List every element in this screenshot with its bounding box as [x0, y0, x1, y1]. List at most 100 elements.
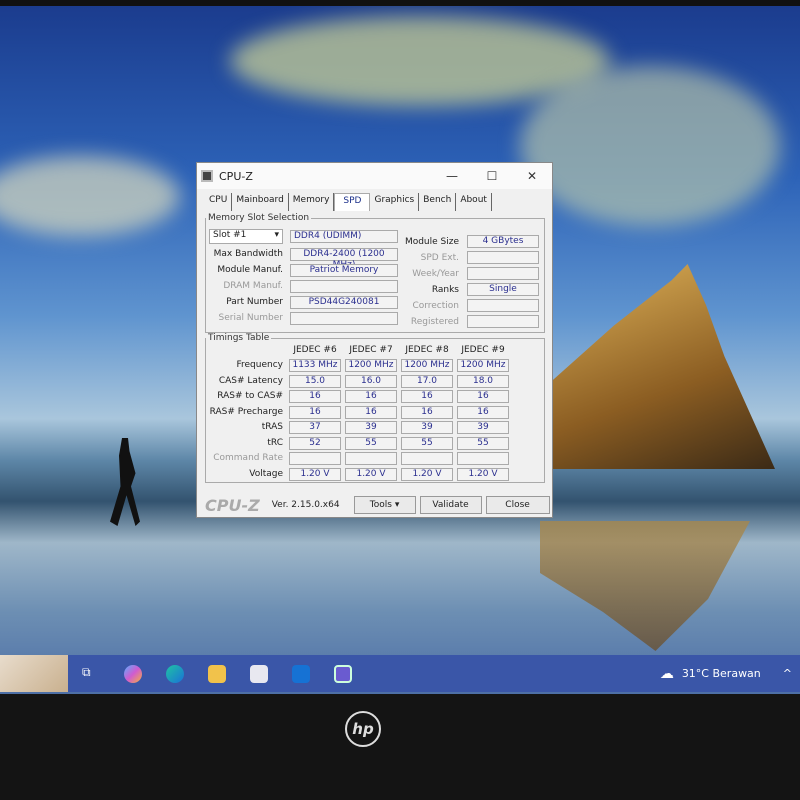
timing-row-label: tRC	[267, 437, 283, 448]
timings-legend: Timings Table	[208, 333, 270, 343]
cpuz-logo: CPU-Z	[205, 495, 260, 515]
timing-value: 37	[289, 421, 341, 434]
timing-value: 1.20 V	[289, 467, 341, 481]
memory-type: DDR4 (UDIMM)	[290, 230, 398, 243]
widgets-button[interactable]	[0, 655, 68, 692]
timing-value: 55	[457, 436, 509, 450]
timing-value: 52	[289, 436, 341, 450]
weather-text[interactable]: 31°C Berawan	[682, 667, 761, 680]
ranks-value: Single	[467, 283, 539, 296]
store-icon[interactable]	[250, 664, 268, 683]
timing-row-label: RAS# to CAS#	[217, 391, 283, 401]
outlook-icon[interactable]	[292, 664, 310, 683]
serial-number-label: Serial Number	[218, 313, 283, 323]
slot-value: Slot #1	[213, 230, 247, 240]
timing-value: 16	[289, 405, 341, 419]
timing-column-header: JEDEC #8	[405, 345, 449, 355]
cloud	[0, 156, 180, 236]
validate-button[interactable]: Validate	[419, 496, 482, 514]
timing-value: 16	[401, 390, 453, 403]
timing-value: 16	[457, 405, 509, 419]
timing-value: 39	[401, 421, 453, 434]
tab-graphics[interactable]: Graphics	[370, 193, 420, 211]
timing-value: 39	[345, 421, 397, 434]
timing-row-label: Frequency	[236, 360, 284, 370]
module-size-value: 4 GBytes	[467, 235, 539, 248]
show-hidden-icons-button[interactable]: ^	[783, 667, 792, 680]
cpuz-app-icon	[201, 170, 213, 182]
registered-value	[467, 315, 539, 328]
slot-legend: Memory Slot Selection	[208, 213, 310, 223]
dram-manuf-label: DRAM Manuf.	[223, 281, 283, 291]
timing-value: 16	[289, 390, 341, 403]
serial-number-value	[290, 312, 398, 325]
desktop: CPU-Z — ☐ ✕ CPU Mainboard Memory SPD Gra…	[0, 6, 800, 694]
tools-label: Tools	[369, 500, 392, 510]
timing-value: 55	[401, 436, 453, 450]
slot-select[interactable]: Slot #1 ▾	[209, 229, 283, 244]
timing-column-header: JEDEC #6	[293, 345, 337, 355]
chevron-down-icon: ▾	[394, 500, 400, 510]
module-size-label: Module Size	[404, 237, 459, 247]
close-window-button[interactable]: ✕	[512, 169, 552, 183]
timing-value: 55	[345, 436, 397, 450]
timing-row-label: CAS# Latency	[218, 375, 283, 386]
timing-value: 16.0	[345, 374, 397, 388]
taskbar: ⧉ ☁ 31°C Berawan ^	[0, 655, 800, 692]
timing-value: 18.0	[457, 374, 509, 388]
tab-bench[interactable]: Bench	[419, 193, 457, 211]
hp-logo: hp	[345, 711, 381, 747]
timing-row-label: RAS# Precharge	[209, 406, 283, 417]
cpuz-window: CPU-Z — ☐ ✕ CPU Mainboard Memory SPD Gra…	[196, 162, 553, 518]
cloud	[520, 66, 780, 226]
tab-spd[interactable]: SPD	[334, 193, 371, 211]
timing-row-label: Voltage	[249, 468, 283, 479]
runner-silhouette	[110, 438, 140, 526]
timing-column-header: JEDEC #7	[349, 345, 393, 355]
task-view-icon[interactable]: ⧉	[82, 665, 100, 683]
maximize-button[interactable]: ☐	[472, 169, 512, 183]
ranks-label: Ranks	[431, 285, 459, 295]
timing-value: 16	[401, 405, 453, 419]
timing-value: 1.20 V	[457, 467, 509, 481]
module-manuf-value: Patriot Memory	[290, 264, 398, 277]
title-bar[interactable]: CPU-Z — ☐ ✕	[197, 163, 552, 189]
week-year-label: Week/Year	[412, 269, 459, 279]
week-year-value	[467, 267, 539, 280]
timing-column-header: JEDEC #9	[461, 345, 505, 355]
module-manuf-label: Module Manuf.	[217, 265, 283, 275]
chevron-down-icon: ▾	[274, 230, 279, 240]
timing-value: 16	[345, 405, 397, 419]
max-bandwidth-value: DDR4-2400 (1200 MHz)	[290, 248, 398, 270]
tab-cpu[interactable]: CPU	[205, 193, 233, 211]
system-tray: ☁ 31°C Berawan ^	[660, 666, 800, 682]
timing-value: 17.0	[401, 374, 453, 388]
timing-value: 1.20 V	[401, 467, 453, 481]
timing-value	[345, 452, 397, 465]
tab-about[interactable]: About	[456, 193, 492, 211]
close-button[interactable]: Close	[485, 496, 550, 514]
tools-button[interactable]: Tools ▾	[353, 496, 416, 514]
tab-bar: CPU Mainboard Memory SPD Graphics Bench …	[205, 193, 552, 211]
timing-value	[457, 452, 509, 465]
registered-label: Registered	[410, 317, 459, 327]
cpuz-taskbar-icon[interactable]	[334, 664, 352, 683]
minimize-button[interactable]: —	[432, 169, 472, 183]
file-explorer-icon[interactable]	[208, 664, 226, 683]
timing-value: 1200 MHz	[345, 359, 397, 372]
copilot-icon[interactable]	[124, 664, 142, 683]
cloud-weather-icon: ☁	[659, 665, 674, 682]
timing-value: 39	[457, 421, 509, 434]
timing-value: 1200 MHz	[457, 359, 509, 372]
timing-value: 16	[457, 390, 509, 403]
window-title: CPU-Z	[219, 169, 253, 183]
version-label: Ver. 2.15.0.x64	[271, 500, 340, 510]
timing-row-label: tRAS	[261, 422, 283, 432]
edge-icon[interactable]	[166, 664, 184, 683]
spd-ext-value	[467, 251, 539, 264]
tab-memory[interactable]: Memory	[289, 193, 335, 211]
monitor-bezel	[0, 694, 800, 800]
part-number-value: PSD44G240081	[290, 296, 398, 309]
tab-mainboard[interactable]: Mainboard	[232, 193, 289, 211]
spd-ext-label: SPD Ext.	[420, 253, 459, 263]
